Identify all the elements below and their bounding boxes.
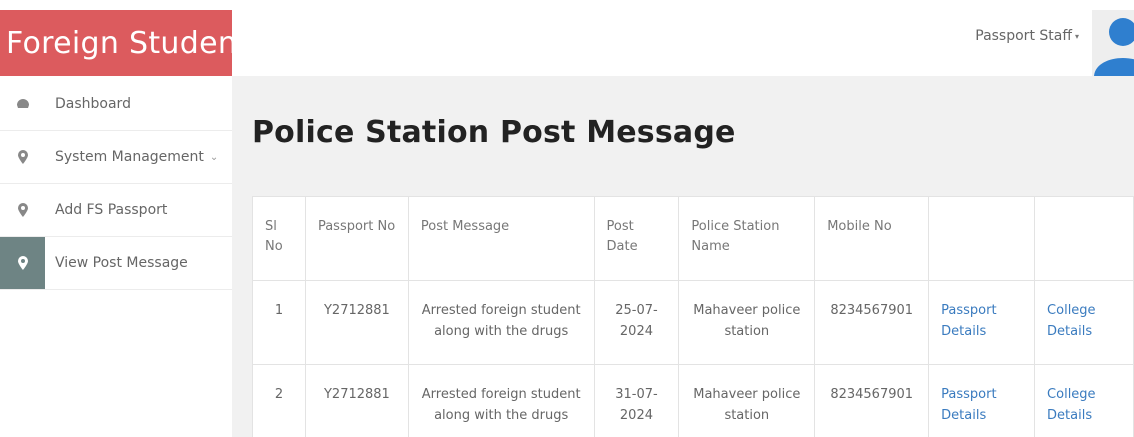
- app-brand: Foreign Student: [0, 10, 232, 76]
- cell-passport-no: Y2712881: [304, 364, 409, 437]
- cell-post-message: Arrested foreign student along with the …: [407, 280, 595, 365]
- col-header-college-action: [1034, 196, 1134, 281]
- cell-passport-no: Y2712881: [304, 280, 409, 365]
- col-header-passport-action: [928, 196, 1036, 281]
- top-bar: Passport Staff ▾: [232, 0, 1134, 76]
- sidebar-item-system-management[interactable]: System Management ⌄: [0, 131, 232, 184]
- user-avatar-icon: [1094, 18, 1134, 76]
- sidebar-item-label: View Post Message: [55, 255, 188, 271]
- chevron-down-icon: ⌄: [209, 151, 219, 163]
- sidebar-item-label: System Management: [55, 149, 204, 165]
- user-menu[interactable]: Passport Staff ▾: [975, 28, 1079, 44]
- passport-details-link[interactable]: Passport Details: [928, 280, 1036, 365]
- cell-post-message: Arrested foreign student along with the …: [407, 364, 595, 437]
- college-details-link[interactable]: College Details: [1034, 364, 1134, 437]
- page-title: Police Station Post Message: [252, 115, 736, 150]
- map-pin-icon: [0, 184, 45, 236]
- college-details-link[interactable]: College Details: [1034, 280, 1134, 365]
- cell-police-station: Mahaveer police station: [678, 280, 816, 365]
- user-label: Passport Staff: [975, 28, 1072, 44]
- table-row: 2 Y2712881 Arrested foreign student alon…: [252, 364, 1134, 437]
- sidebar: Dashboard System Management ⌄ Add FS Pas…: [0, 78, 232, 437]
- passport-details-link[interactable]: Passport Details: [928, 364, 1036, 437]
- cell-sl-no: 1: [252, 280, 306, 365]
- col-header-passport-no: Passport No: [304, 196, 409, 281]
- sidebar-item-label: Dashboard: [55, 96, 131, 112]
- map-pin-icon: [0, 237, 45, 289]
- cell-post-date: 25-07-2024: [593, 280, 680, 365]
- sidebar-item-label: Add FS Passport: [55, 202, 168, 218]
- col-header-post-date: Post Date: [593, 196, 680, 281]
- dashboard-icon: [0, 78, 45, 130]
- col-header-sl-no: Sl No: [252, 196, 306, 281]
- col-header-mobile-no: Mobile No: [814, 196, 930, 281]
- cell-police-station: Mahaveer police station: [678, 364, 816, 437]
- sidebar-item-dashboard[interactable]: Dashboard: [0, 78, 232, 131]
- col-header-post-message: Post Message: [407, 196, 595, 281]
- cell-post-date: 31-07-2024: [593, 364, 680, 437]
- post-message-table: Sl No Passport No Post Message Post Date…: [252, 196, 1134, 437]
- table-header-row: Sl No Passport No Post Message Post Date…: [252, 196, 1134, 281]
- avatar[interactable]: [1092, 10, 1134, 76]
- cell-mobile-no: 8234567901: [814, 280, 930, 365]
- col-header-police-station: Police Station Name: [678, 196, 816, 281]
- map-pin-icon: [0, 131, 45, 183]
- table-row: 1 Y2712881 Arrested foreign student alon…: [252, 280, 1134, 365]
- cell-sl-no: 2: [252, 364, 306, 437]
- sidebar-item-view-post-message[interactable]: View Post Message: [0, 237, 232, 290]
- cell-mobile-no: 8234567901: [814, 364, 930, 437]
- caret-down-icon: ▾: [1074, 31, 1079, 41]
- sidebar-item-add-fs-passport[interactable]: Add FS Passport: [0, 184, 232, 237]
